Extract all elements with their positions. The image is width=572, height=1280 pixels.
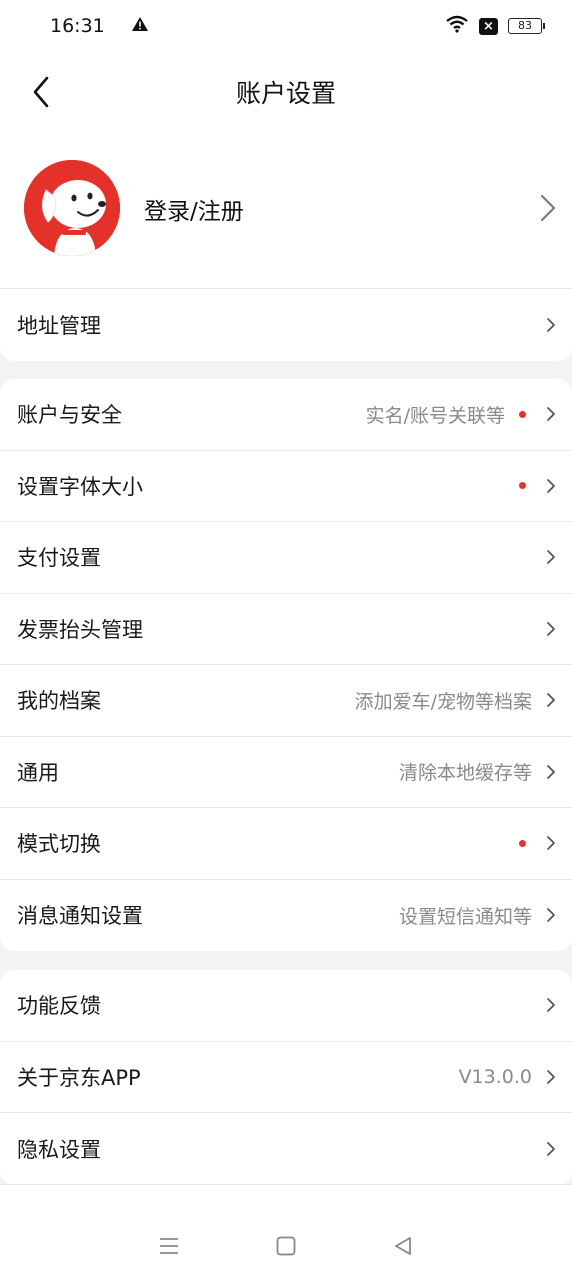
row-my-profile[interactable]: 我的档案 添加爱车/宠物等档案 (0, 665, 572, 737)
row-feedback[interactable]: 功能反馈 (0, 970, 572, 1042)
row-label: 模式切换 (17, 832, 101, 857)
chevron-right-icon (540, 194, 556, 222)
row-label: 支付设置 (17, 546, 101, 571)
app-version: V13.0.0 (458, 1065, 532, 1088)
status-icons: × 83 (445, 15, 545, 38)
red-dot-badge (519, 410, 526, 418)
wifi-icon (445, 15, 469, 38)
back-button[interactable] (26, 74, 56, 110)
row-address-management[interactable]: 地址管理 (0, 289, 572, 361)
row-label: 关于京东APP (17, 1065, 141, 1090)
chevron-right-icon (547, 1141, 555, 1156)
back-triangle-icon (395, 1237, 412, 1255)
row-subtext: 设置短信通知等 (398, 905, 532, 928)
header: 账户设置 (0, 52, 572, 132)
chevron-right-icon (547, 317, 555, 332)
row-label: 功能反馈 (17, 994, 101, 1019)
row-mode-switch[interactable]: 模式切换 (0, 808, 572, 880)
row-privacy-settings[interactable]: 隐私设置 (0, 1113, 572, 1185)
menu-icon (159, 1238, 178, 1254)
chevron-right-icon (547, 693, 555, 708)
row-label: 发票抬头管理 (17, 617, 143, 642)
page-title: 账户设置 (235, 79, 336, 108)
chevron-right-icon (547, 407, 555, 422)
chevron-right-icon (547, 550, 555, 565)
row-right (546, 317, 556, 333)
chevron-right-icon (547, 764, 555, 779)
system-nav-bar (0, 1212, 572, 1280)
jd-dog-mascot-icon (24, 160, 120, 256)
chevron-right-icon (547, 908, 555, 923)
row-right (519, 835, 556, 851)
account-settings-page: 16:31 × 83 账户设置 登录/注册 地址管理 账户与安全 实名/账号关联… (0, 0, 572, 1280)
avatar[interactable] (24, 160, 120, 256)
address-section: 地址管理 (0, 288, 572, 361)
chevron-right-icon (547, 836, 555, 851)
status-time: 16:31 (50, 15, 105, 37)
row-label: 隐私设置 (17, 1137, 101, 1162)
row-right: 实名/账号关联等 (366, 401, 556, 428)
nav-back-button[interactable] (389, 1232, 417, 1260)
row-right: 添加爱车/宠物等档案 (355, 687, 556, 714)
row-subtext: 清除本地缓存等 (398, 762, 532, 785)
red-dot-badge (519, 839, 526, 847)
battery-icon: 83 (508, 18, 545, 34)
row-about-jd-app[interactable]: 关于京东APP V13.0.0 (0, 1042, 572, 1113)
row-right (546, 549, 556, 565)
nav-menu-button[interactable] (155, 1232, 183, 1260)
chevron-right-icon (547, 478, 555, 493)
status-bar: 16:31 × 83 (0, 0, 572, 52)
row-label: 账户与安全 (17, 403, 122, 428)
row-label: 我的档案 (17, 689, 101, 714)
row-invoice-title[interactable]: 发票抬头管理 (0, 594, 572, 665)
about-section: 功能反馈 关于京东APP V13.0.0 隐私设置 (0, 970, 572, 1185)
login-register-label: 登录/注册 (144, 199, 244, 225)
row-right (546, 1141, 556, 1157)
chevron-right-icon (547, 998, 555, 1013)
row-right (546, 621, 556, 637)
row-notification-settings[interactable]: 消息通知设置 设置短信通知等 (0, 880, 572, 952)
warning-icon (131, 15, 149, 37)
nav-home-button[interactable] (272, 1232, 300, 1260)
profile-login-row[interactable]: 登录/注册 (0, 132, 572, 288)
row-label: 设置字体大小 (17, 474, 143, 499)
red-dot-badge (519, 482, 526, 490)
row-label: 地址管理 (17, 313, 101, 338)
chevron-left-icon (33, 76, 49, 108)
settings-section: 账户与安全 实名/账号关联等 设置字体大小 支付设置 发票抬头管理 我的档案 添… (0, 379, 572, 951)
row-right: V13.0.0 (459, 1066, 556, 1088)
row-right: 清除本地缓存等 (399, 758, 556, 785)
row-account-security[interactable]: 账户与安全 实名/账号关联等 (0, 379, 572, 451)
row-font-size[interactable]: 设置字体大小 (0, 451, 572, 522)
row-label: 通用 (17, 760, 59, 785)
row-payment-settings[interactable]: 支付设置 (0, 522, 572, 594)
row-partially-hidden[interactable] (0, 1184, 572, 1214)
row-right (546, 997, 556, 1013)
row-right (519, 478, 556, 494)
chevron-right-icon (547, 621, 555, 636)
row-subtext: 添加爱车/宠物等档案 (354, 690, 532, 713)
row-label: 消息通知设置 (17, 904, 143, 929)
no-sim-icon: × (479, 17, 498, 35)
row-subtext: 实名/账号关联等 (365, 404, 505, 427)
row-general[interactable]: 通用 清除本地缓存等 (0, 737, 572, 808)
row-right: 设置短信通知等 (399, 902, 556, 929)
chevron-right-icon (547, 1069, 555, 1084)
home-square-icon (276, 1236, 296, 1256)
